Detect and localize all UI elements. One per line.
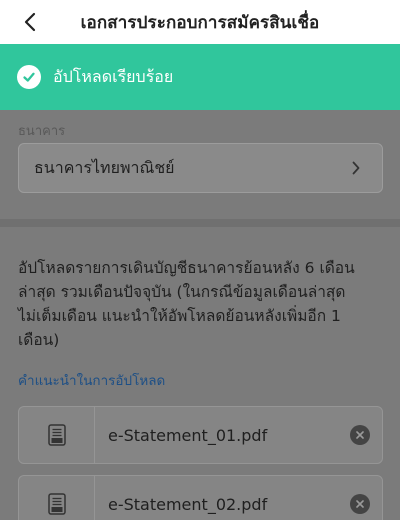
file-icon-cell <box>19 407 95 463</box>
close-icon <box>356 500 364 508</box>
file-item[interactable]: e-Statement_01.pdf <box>18 406 383 464</box>
bank-select-value: ธนาคารไทยพาณิชย์ <box>34 157 175 177</box>
bank-field-label: ธนาคาร <box>18 124 66 139</box>
back-button[interactable] <box>16 8 44 36</box>
chevron-right-icon <box>352 161 360 175</box>
close-icon <box>356 431 364 439</box>
upload-success-toast: อัปโหลดเรียบร้อย <box>0 44 400 110</box>
file-name: e-Statement_01.pdf <box>108 425 268 445</box>
file-icon-cell <box>19 476 95 520</box>
instruction-line: อัปโหลดรายการเดินบัญชีธนาคารย้อนหลัง 6 เ… <box>18 259 355 277</box>
header-bar: เอกสารประกอบการสมัครสินเชื่อ <box>0 0 400 44</box>
instruction-line: เดือน) <box>18 331 60 349</box>
remove-file-button[interactable] <box>350 494 370 514</box>
file-item[interactable]: e-Statement_02.pdf <box>18 475 383 520</box>
instruction-line: ล่าสุด รวมเดือนปัจจุบัน (ในกรณีข้อมูลเดื… <box>18 283 346 301</box>
upload-guide-link[interactable]: คำแนะนำในการอัปโหลด <box>18 369 165 391</box>
pdf-file-icon <box>47 493 66 515</box>
bank-select[interactable]: ธนาคารไทยพาณิชย์ <box>18 143 383 193</box>
upload-instructions: อัปโหลดรายการเดินบัญชีธนาคารย้อนหลัง 6 เ… <box>18 256 386 352</box>
page-title: เอกสารประกอบการสมัครสินเชื่อ <box>80 12 320 33</box>
chevron-left-icon <box>24 12 36 32</box>
toast-message: อัปโหลดเรียบร้อย <box>53 66 174 86</box>
file-name: e-Statement_02.pdf <box>108 494 268 514</box>
remove-file-button[interactable] <box>350 425 370 445</box>
instruction-line: ไม่เต็มเดือน แนะนำให้อัพโหลดย้อนหลังเพิ่… <box>18 307 341 325</box>
section-divider <box>0 219 400 227</box>
pdf-file-icon <box>47 424 66 446</box>
check-circle-icon <box>17 65 41 89</box>
